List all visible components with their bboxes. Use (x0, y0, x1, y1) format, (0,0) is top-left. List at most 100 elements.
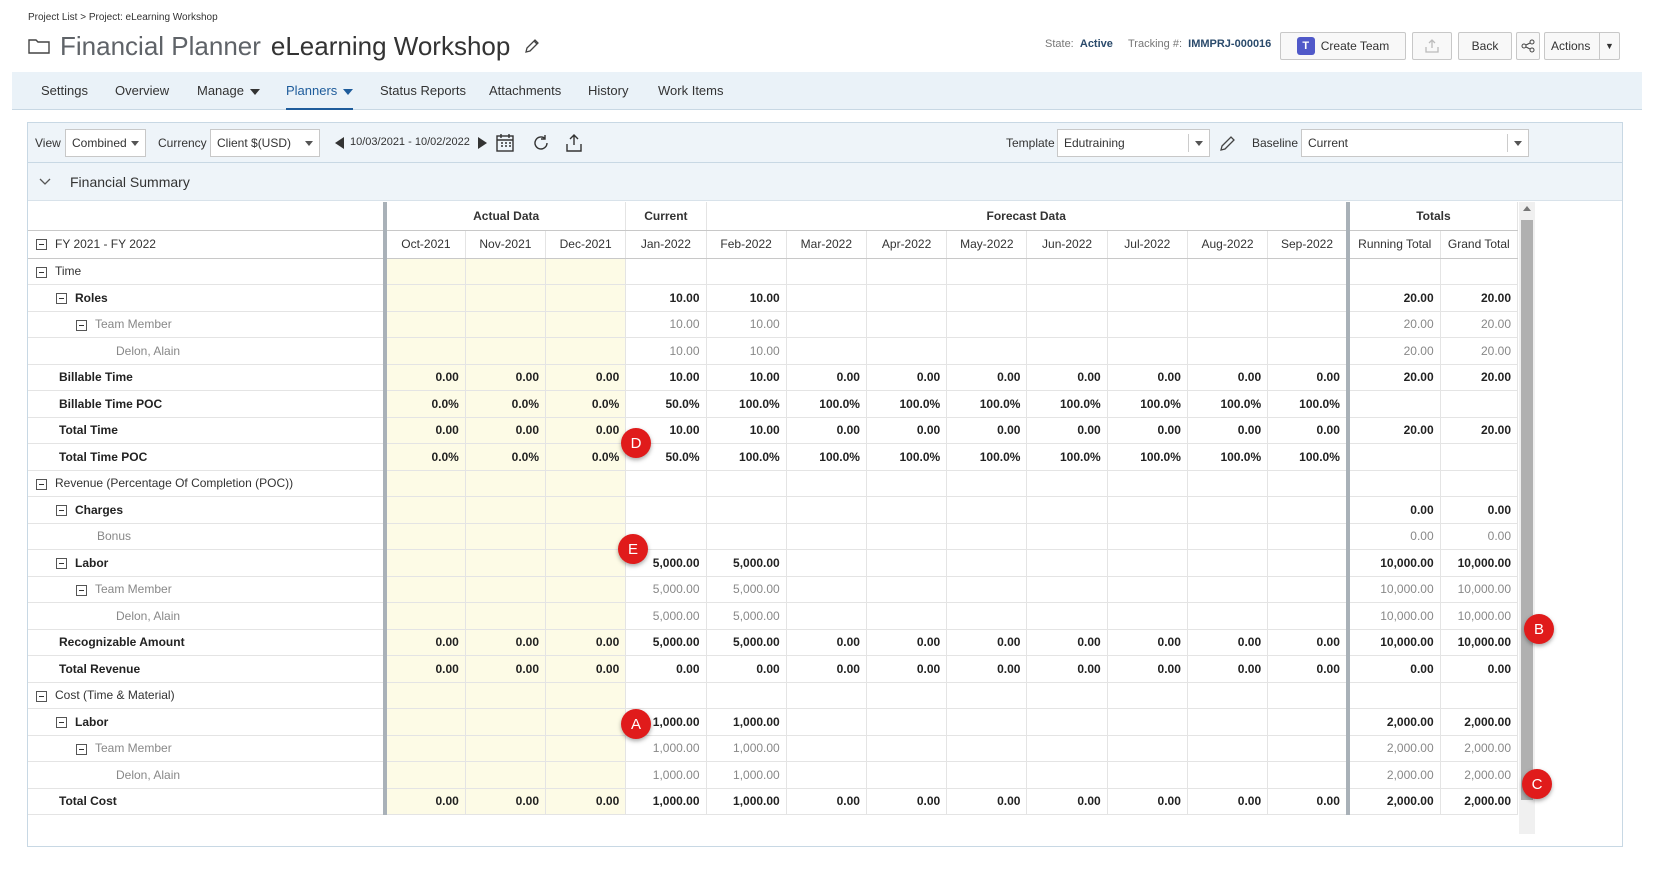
table-cell: 0.00 (1345, 496, 1441, 524)
chevron-down-icon[interactable]: ▼ (1599, 33, 1619, 59)
collapse-toggle-icon[interactable] (56, 558, 67, 570)
tab-planners[interactable]: Planners (286, 72, 354, 110)
previous-period-icon[interactable] (330, 133, 350, 153)
table-cell (786, 682, 867, 709)
table-cell (1026, 470, 1108, 497)
tab-settings[interactable]: Settings (41, 72, 88, 110)
tab-manage[interactable]: Manage (197, 72, 260, 110)
table-cell: 100.0% (1267, 443, 1349, 471)
edit-pencil-icon[interactable] (524, 38, 540, 54)
upload-icon (1425, 39, 1439, 53)
table-cell (385, 337, 466, 365)
tab-work-items[interactable]: Work Items (658, 72, 724, 110)
row-label[interactable]: Team Member (28, 735, 388, 762)
table-cell (706, 682, 787, 709)
table-cell (1267, 602, 1349, 630)
table-cell: 0.00 (545, 788, 627, 815)
row-label[interactable]: Team Member (28, 311, 388, 338)
table-cell (545, 496, 627, 524)
table-cell (1345, 443, 1441, 471)
refresh-icon[interactable] (531, 133, 551, 153)
table-cell (946, 576, 1028, 603)
table-cell: 20.00 (1345, 364, 1441, 391)
table-cell (866, 470, 948, 497)
actions-dropdown[interactable]: Actions ▼ (1544, 32, 1620, 60)
tab-status-reports[interactable]: Status Reports (380, 72, 466, 110)
table-cell (946, 284, 1028, 312)
table-cell (1267, 682, 1349, 709)
table-row: Total Cost 0.00 0.00 0.00 1,000.00 1,000.00 0.… (28, 788, 1519, 815)
table-cell: 100.0% (706, 390, 787, 418)
table-row: Delon, Alain 10.00 10.00 20.00 20.00 (28, 337, 1519, 365)
collapse-toggle-icon[interactable] (36, 239, 47, 251)
collapse-toggle-icon[interactable] (56, 293, 67, 305)
table-cell: 50.0% (625, 390, 707, 418)
row-label[interactable]: Time (28, 258, 388, 285)
table-cell: 0.00 (385, 364, 466, 391)
scrollbar-thumb[interactable] (1521, 220, 1533, 800)
row-label[interactable]: Team Member (28, 576, 388, 603)
table-cell: 20.00 (1440, 417, 1519, 444)
collapse-toggle-icon[interactable] (76, 319, 87, 331)
page-title: Financial Planner eLearning Workshop (28, 30, 540, 62)
row-label[interactable]: Labor (28, 549, 388, 577)
collapse-toggle-icon[interactable] (56, 717, 67, 729)
table-cell (465, 470, 547, 497)
row-label-text: Billable Time POC (59, 396, 163, 411)
edit-template-icon[interactable] (1218, 133, 1238, 153)
export-button[interactable] (1412, 32, 1452, 60)
export-icon[interactable] (564, 133, 584, 153)
table-cell: 0.00 (465, 417, 547, 444)
back-button[interactable]: Back (1458, 32, 1512, 60)
table-cell (1026, 602, 1108, 630)
select-divider (1507, 134, 1508, 152)
view-select[interactable]: Combined (65, 129, 146, 157)
tab-history[interactable]: History (588, 72, 628, 110)
table-cell (385, 311, 466, 338)
row-label[interactable]: Cost (Time & Material) (28, 682, 388, 709)
row-label[interactable]: Revenue (Percentage Of Completion (POC)) (28, 470, 388, 497)
table-cell: 1,000.00 (625, 761, 707, 789)
collapse-toggle-icon[interactable] (36, 266, 47, 278)
table-cell (706, 523, 787, 550)
baseline-select[interactable]: Current (1301, 129, 1529, 157)
row-label[interactable]: Labor (28, 708, 388, 736)
collapse-toggle-icon[interactable] (56, 505, 67, 517)
row-label[interactable]: Charges (28, 496, 388, 524)
table-cell (1026, 311, 1108, 338)
row-label: Total Cost (28, 788, 388, 815)
table-cell (385, 602, 466, 630)
callout-marker-e: E (618, 534, 648, 564)
financial-summary-header[interactable]: Financial Summary (28, 163, 1622, 201)
currency-select[interactable]: Client $(USD) (210, 129, 320, 157)
table-cell: 20.00 (1440, 284, 1519, 312)
table-cell (385, 761, 466, 789)
scroll-up-icon[interactable] (1523, 206, 1531, 211)
collapse-toggle-icon[interactable] (76, 743, 87, 755)
tab-overview[interactable]: Overview (115, 72, 169, 110)
collapse-toggle-icon[interactable] (76, 584, 87, 596)
period-header[interactable]: FY 2021 - FY 2022 (28, 230, 388, 259)
chevron-down-icon (305, 141, 313, 146)
baseline-select-value: Current (1308, 136, 1349, 150)
table-cell (786, 735, 867, 762)
create-team-button[interactable]: T Create Team (1280, 32, 1406, 60)
table-cell: 20.00 (1440, 311, 1519, 338)
next-period-icon[interactable] (472, 133, 492, 153)
table-cell: 0.00 (545, 629, 627, 656)
vertical-scrollbar[interactable] (1519, 202, 1535, 834)
template-select[interactable]: Edutraining (1057, 129, 1210, 157)
table-cell (1026, 523, 1108, 550)
collapse-toggle-icon[interactable] (36, 478, 47, 490)
table-cell: 10,000.00 (1345, 602, 1441, 630)
chevron-down-icon[interactable] (38, 175, 52, 189)
row-label: Delon, Alain (28, 337, 388, 365)
table-cell (1107, 602, 1188, 630)
collapse-toggle-icon[interactable] (36, 690, 47, 702)
calendar-icon[interactable] (495, 133, 515, 153)
tab-attachments[interactable]: Attachments (489, 72, 561, 110)
row-label[interactable]: Roles (28, 284, 388, 312)
breadcrumb[interactable]: Project List > Project: eLearning Worksh… (28, 12, 218, 23)
share-button[interactable] (1516, 32, 1540, 60)
table-cell: 10,000.00 (1440, 629, 1519, 656)
